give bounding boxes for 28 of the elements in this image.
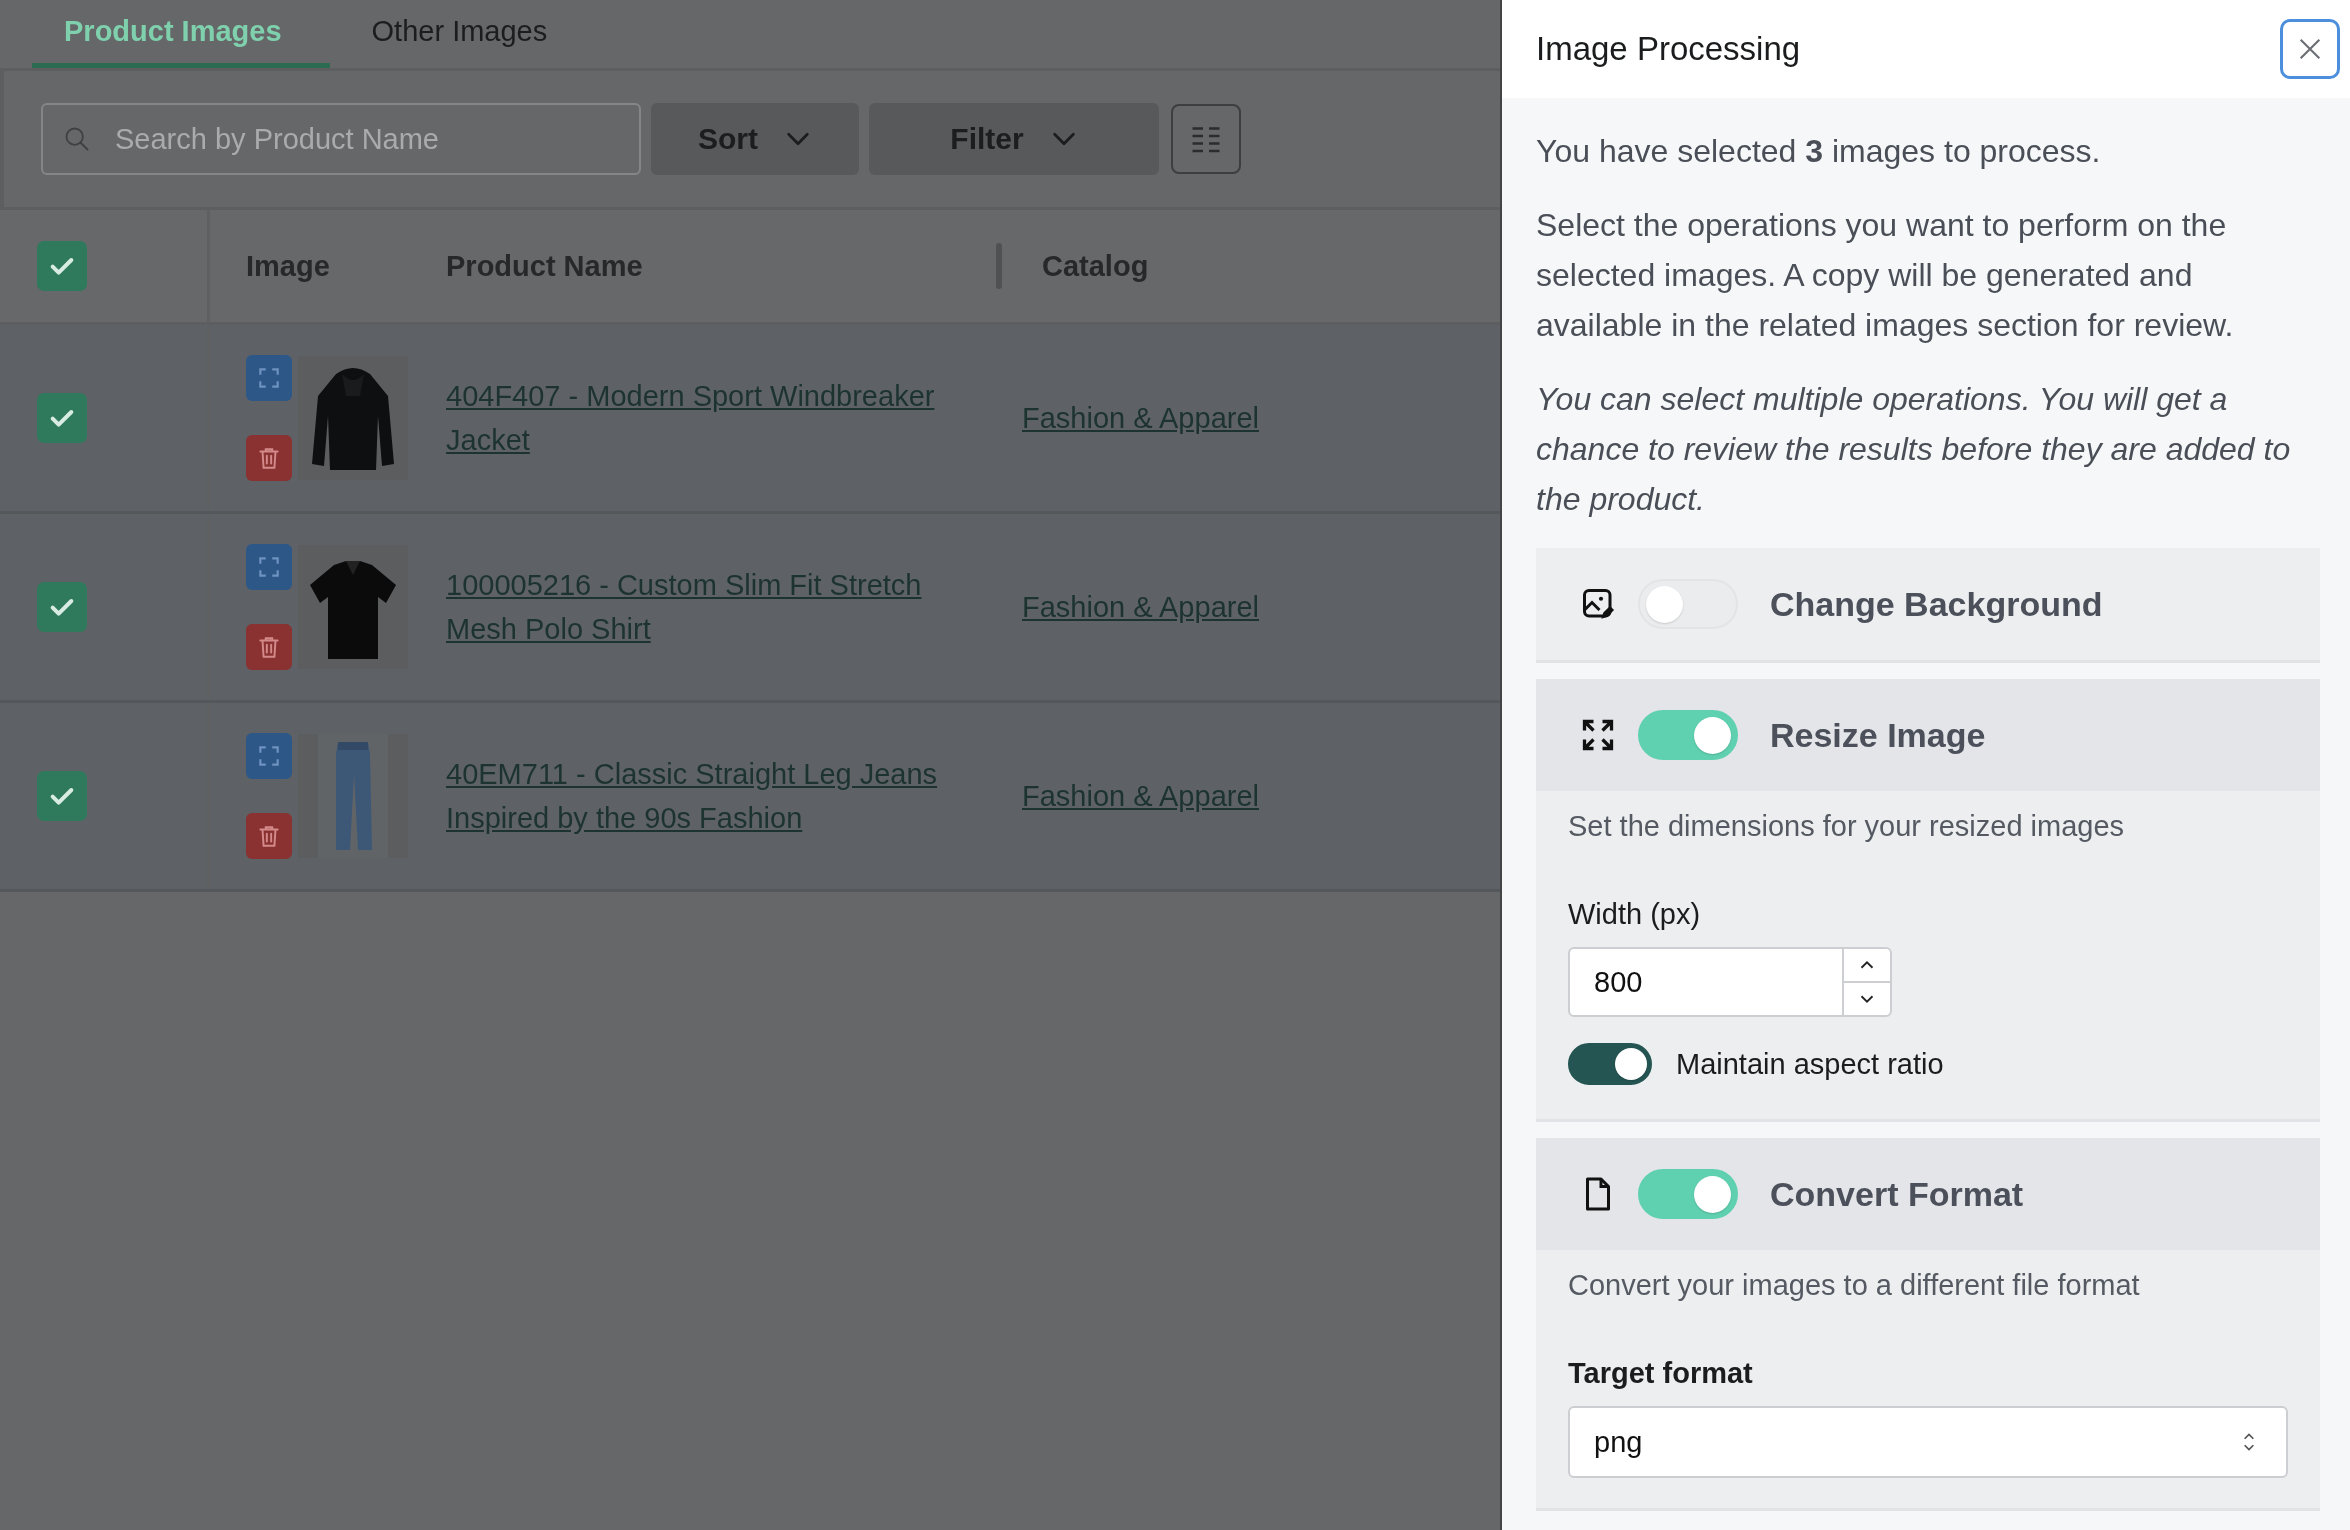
operation-description: Set the dimensions for your resized images xyxy=(1568,809,2126,844)
field-label: Target format xyxy=(1568,1356,1754,1391)
product-link[interactable]: 100005216 - Custom Slim Fit Stretch Mesh Polo Shirt xyxy=(446,563,976,651)
panel-title: Image Processing xyxy=(1536,30,1801,68)
number-field[interactable]: 800 xyxy=(1568,947,1892,1017)
tab[interactable]: Other Images xyxy=(339,0,596,68)
operation-description: Convert your images to a different file format xyxy=(1568,1268,2141,1303)
catalog-link[interactable]: Fashion & Apparel xyxy=(1022,401,1259,435)
column-header[interactable]: Catalog xyxy=(1042,249,1149,283)
catalog-link[interactable]: Fashion & Apparel xyxy=(1022,779,1259,813)
column-header[interactable]: Image xyxy=(210,249,446,283)
search-field[interactable]: Search by Product Name xyxy=(41,103,641,175)
format-select[interactable]: png xyxy=(1568,1406,2288,1478)
note-text: You can select multiple operations. You will get a chance to review the results before they are added to the product. xyxy=(1536,380,2292,519)
product-link[interactable]: 404F407 - Modern Sport Windbreaker Jacket xyxy=(446,374,976,462)
description-text: Select the operations you want to perform on the selected images. A copy will be generated and available in the related images section for review. xyxy=(1536,206,2235,345)
tab[interactable]: Product Images xyxy=(32,0,330,68)
operation-title: Convert Format xyxy=(1770,1174,2024,1215)
column-header[interactable]: Product Name xyxy=(446,249,996,283)
operation-title: Resize Image xyxy=(1770,715,1986,756)
product-link[interactable]: 40EM711 - Classic Straight Leg Jeans Inspired by the 90s Fashion xyxy=(446,752,976,840)
intro-text: You have selected 3 images to process. xyxy=(1536,132,2102,171)
catalog-link[interactable]: Fashion & Apparel xyxy=(1022,590,1259,624)
sort-button[interactable]: Sort xyxy=(651,103,859,175)
filter-button[interactable]: Filter xyxy=(869,103,1159,175)
toggle-label: Maintain aspect ratio xyxy=(1676,1047,1944,1082)
field-label: Width (px) xyxy=(1568,897,1702,932)
operation-title: Change Background xyxy=(1770,584,2103,625)
